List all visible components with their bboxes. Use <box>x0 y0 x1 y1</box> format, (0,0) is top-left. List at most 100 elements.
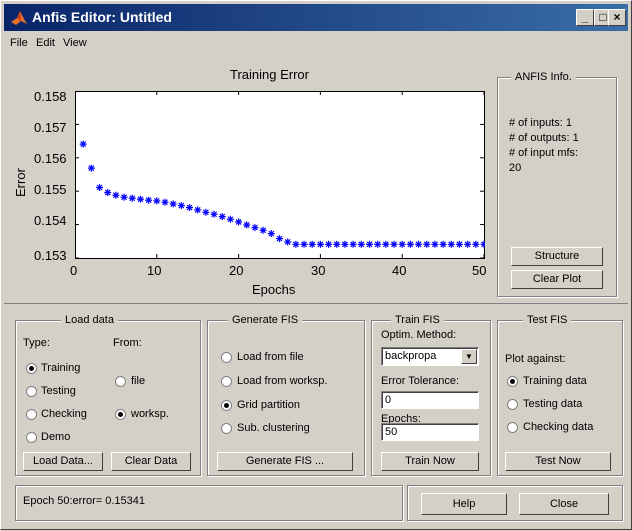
data-point <box>333 240 341 248</box>
close-icon: × <box>613 10 621 24</box>
menu-view[interactable]: View <box>63 37 87 49</box>
train-now-button-label: Train Now <box>405 455 455 467</box>
generate-fis-button[interactable]: Generate FIS ... <box>217 452 353 471</box>
data-point <box>398 240 406 248</box>
close-button[interactable]: Close <box>519 493 609 515</box>
type-label: Type: <box>23 337 50 349</box>
y-tick-label: 0.156 <box>34 151 67 166</box>
data-point <box>259 226 267 234</box>
load-from-workspace-label: Load from worksp. <box>237 375 328 387</box>
menu-edit[interactable]: Edit <box>36 37 55 49</box>
chevron-down-icon: ▼ <box>465 352 473 361</box>
data-point <box>423 240 431 248</box>
type-training-radio[interactable] <box>26 363 37 374</box>
data-point <box>186 204 194 212</box>
data-point <box>235 218 243 226</box>
plot-area <box>75 91 485 259</box>
data-point <box>447 240 455 248</box>
data-point <box>390 240 398 248</box>
data-point <box>169 200 177 208</box>
num-inputs-text: # of inputs: 1 <box>509 117 572 129</box>
load-data-button[interactable]: Load Data... <box>23 452 103 471</box>
x-tick-label: 0 <box>70 263 78 278</box>
menu-file[interactable]: File <box>10 37 28 49</box>
error-tolerance-input[interactable]: 0 <box>381 391 479 409</box>
data-point <box>472 240 480 248</box>
from-file-radio[interactable] <box>115 376 126 387</box>
data-point <box>226 215 234 223</box>
data-point <box>374 240 382 248</box>
plot-testing-data-radio[interactable] <box>507 399 518 410</box>
plot-checking-data-label: Checking data <box>523 421 594 433</box>
data-point <box>218 213 226 221</box>
grid-partition-radio[interactable] <box>221 400 232 411</box>
window-title: Anfis Editor: Untitled <box>32 9 172 25</box>
help-button-label: Help <box>452 498 476 510</box>
clear-plot-button[interactable]: Clear Plot <box>511 270 603 289</box>
optim-method-select[interactable]: backpropa ▼ <box>381 347 479 366</box>
from-workspace-label: worksp. <box>131 408 169 420</box>
num-input-mfs-label: # of input mfs: <box>509 147 579 159</box>
y-axis-label: Error <box>13 168 28 197</box>
data-point <box>104 189 112 197</box>
title-bar[interactable]: Anfis Editor: Untitled _ □ × <box>4 4 628 31</box>
data-point <box>120 193 128 201</box>
type-demo-radio[interactable] <box>26 432 37 443</box>
data-point <box>431 240 439 248</box>
test-fis-title: Test FIS <box>523 314 572 326</box>
data-point <box>349 240 357 248</box>
structure-button-label: Structure <box>534 250 580 262</box>
plot-checking-data-radio[interactable] <box>507 422 518 433</box>
x-tick-label: 10 <box>147 263 162 278</box>
load-data-button-label: Load Data... <box>33 455 93 467</box>
data-point <box>415 240 423 248</box>
data-point <box>128 194 136 202</box>
plot-training-data-radio[interactable] <box>507 376 518 387</box>
matlab-logo-icon <box>11 11 27 25</box>
type-testing-radio[interactable] <box>26 386 37 397</box>
close-window-button[interactable]: × <box>608 9 626 26</box>
data-point <box>316 240 324 248</box>
data-point <box>292 240 300 248</box>
generate-fis-button-label: Generate FIS ... <box>245 455 325 467</box>
menu-bar: File Edit View <box>4 33 628 55</box>
test-now-button-label: Test Now <box>535 455 581 467</box>
help-button[interactable]: Help <box>421 493 507 515</box>
data-point <box>243 221 251 229</box>
minimize-button[interactable]: _ <box>576 9 594 26</box>
data-point <box>251 224 259 232</box>
sub-clustering-radio[interactable] <box>221 423 232 434</box>
data-point <box>276 235 283 243</box>
train-now-button[interactable]: Train Now <box>381 452 479 471</box>
type-demo-label: Demo <box>41 431 71 443</box>
type-testing-label: Testing <box>41 385 76 397</box>
structure-button[interactable]: Structure <box>511 247 603 266</box>
epochs-input[interactable]: 50 <box>381 423 479 441</box>
optim-method-value: backpropa <box>385 350 437 362</box>
data-point <box>341 240 349 248</box>
x-axis-label: Epochs <box>252 282 296 297</box>
num-outputs-text: # of outputs: 1 <box>509 132 579 144</box>
data-point <box>439 240 447 248</box>
optim-method-dropdown-button[interactable]: ▼ <box>461 349 477 364</box>
load-from-workspace-radio[interactable] <box>221 376 232 387</box>
generate-fis-title: Generate FIS <box>228 314 303 326</box>
minimize-icon: _ <box>581 10 589 24</box>
type-checking-radio[interactable] <box>26 409 37 420</box>
plot-against-label: Plot against: <box>505 353 566 365</box>
x-tick-label: 20 <box>229 263 244 278</box>
load-from-file-radio[interactable] <box>221 352 232 363</box>
train-fis-title: Train FIS <box>391 314 444 326</box>
from-workspace-radio[interactable] <box>115 409 126 420</box>
test-now-button[interactable]: Test Now <box>505 452 611 471</box>
type-checking-label: Checking <box>41 408 87 420</box>
clear-plot-button-label: Clear Plot <box>532 273 582 285</box>
data-point <box>325 240 333 248</box>
maximize-icon: □ <box>599 10 607 24</box>
data-point <box>455 240 463 248</box>
y-tick-label: 0.155 <box>34 182 67 197</box>
clear-data-button[interactable]: Clear Data <box>111 452 191 471</box>
data-point <box>357 240 365 248</box>
status-text: Epoch 50:error= 0.15341 <box>23 495 146 507</box>
x-tick-label: 30 <box>311 263 326 278</box>
